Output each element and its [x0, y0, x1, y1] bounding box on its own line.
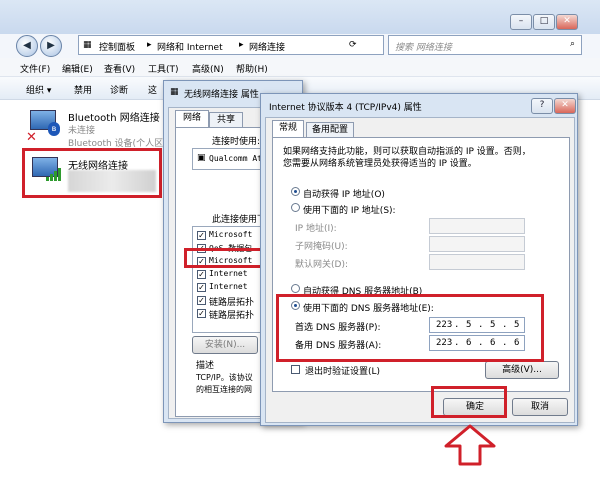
ok-button-highlight [431, 386, 507, 418]
item-checkbox[interactable]: ✓ [197, 270, 206, 279]
item-checkbox[interactable]: ✓ [197, 231, 206, 240]
up-arrow-icon [444, 424, 496, 466]
tab-sharing[interactable]: 共享 [209, 112, 243, 128]
breadcrumb-connections[interactable]: 网络连接 [249, 40, 285, 53]
item-checkbox[interactable]: ✓ [197, 296, 206, 305]
list-item[interactable]: 链路层拓扑 [209, 308, 254, 321]
tab-general[interactable]: 常规 [272, 120, 304, 138]
list-item[interactable]: Internet [209, 269, 248, 278]
search-icon: ⌕ [569, 39, 575, 49]
folder-icon: ▦ [83, 40, 92, 50]
dns-section-highlight [276, 294, 544, 362]
gateway-input[interactable] [429, 254, 525, 270]
item-checkbox[interactable]: ✓ [197, 309, 206, 318]
menu-view[interactable]: 查看(V) [104, 62, 135, 75]
auto-dns-radio[interactable] [291, 284, 300, 293]
connection-status: 未连接 [68, 126, 96, 136]
back-icon[interactable]: ◀ [16, 35, 38, 57]
diagnose-button[interactable]: 诊断 [110, 83, 128, 96]
wireless-network-icon [28, 155, 64, 191]
ip-address-input[interactable] [429, 218, 525, 234]
search-input[interactable]: 搜索 网络连接 ⌕ [388, 35, 582, 55]
close-icon[interactable]: ✕ [556, 14, 578, 30]
ipv4-properties-dialog: Internet 协议版本 4 (TCP/IPv4) 属性 ? ✕ 常规 备用配… [260, 93, 578, 426]
menu-help[interactable]: 帮助(H) [236, 62, 268, 75]
bluetooth-network-icon: ʙ ✕ [26, 108, 62, 145]
tab-alternate[interactable]: 备用配置 [306, 122, 354, 138]
blurred-network-info [68, 170, 156, 192]
help-icon[interactable]: ? [531, 98, 553, 114]
auto-ip-radio[interactable] [291, 187, 300, 196]
tab-network[interactable]: 网络 [175, 110, 209, 128]
maximize-icon[interactable]: □ [533, 14, 555, 30]
validate-checkbox[interactable] [291, 365, 300, 374]
address-bar[interactable]: ▦ 控制面板 ▸ 网络和 Internet ▸ 网络连接 ⟳ [78, 35, 384, 55]
disable-button[interactable]: 禁用 [74, 83, 92, 96]
organize-button[interactable]: 组织 ▾ [26, 83, 51, 96]
list-item[interactable]: Microsoft [209, 230, 252, 239]
menu-edit[interactable]: 编辑(E) [62, 62, 93, 75]
more-button[interactable]: 这 [148, 83, 157, 96]
cancel-button[interactable]: 取消 [512, 398, 568, 416]
ipv4-item-highlight [184, 248, 264, 268]
menu-bar: 文件(F) 编辑(E) 查看(V) 工具(T) 高级(N) 帮助(H) [0, 58, 600, 77]
adapter-icon: ▣ [197, 153, 206, 163]
close-icon[interactable]: ✕ [554, 98, 576, 114]
refresh-icon[interactable]: ⟳ [349, 40, 357, 50]
menu-advanced[interactable]: 高级(N) [192, 62, 224, 75]
network-icon: ▦ [170, 87, 179, 97]
list-item-ipv4[interactable]: Internet [209, 282, 248, 291]
connection-name[interactable]: Bluetooth 网络连接 [68, 109, 160, 124]
ipv4-body: 常规 备用配置 如果网络支持此功能，则可以获取自动指派的 IP 设置。否则， 您… [265, 117, 575, 423]
manual-ip-radio[interactable] [291, 203, 300, 212]
minimize-icon[interactable]: – [510, 14, 532, 30]
install-button[interactable]: 安装(N)... [192, 336, 258, 354]
breadcrumb-network[interactable]: 网络和 Internet [157, 40, 223, 53]
list-item[interactable]: 链路层拓扑 [209, 295, 254, 308]
forward-icon[interactable]: ▶ [40, 35, 62, 57]
breadcrumb-control-panel[interactable]: 控制面板 [99, 40, 135, 53]
menu-tools[interactable]: 工具(T) [148, 62, 179, 75]
advanced-button[interactable]: 高级(V)... [485, 361, 559, 379]
subnet-mask-input[interactable] [429, 236, 525, 252]
item-checkbox[interactable]: ✓ [197, 283, 206, 292]
ipv4-titlebar: Internet 协议版本 4 (TCP/IPv4) 属性 ? ✕ [261, 94, 577, 116]
menu-file[interactable]: 文件(F) [20, 62, 50, 75]
